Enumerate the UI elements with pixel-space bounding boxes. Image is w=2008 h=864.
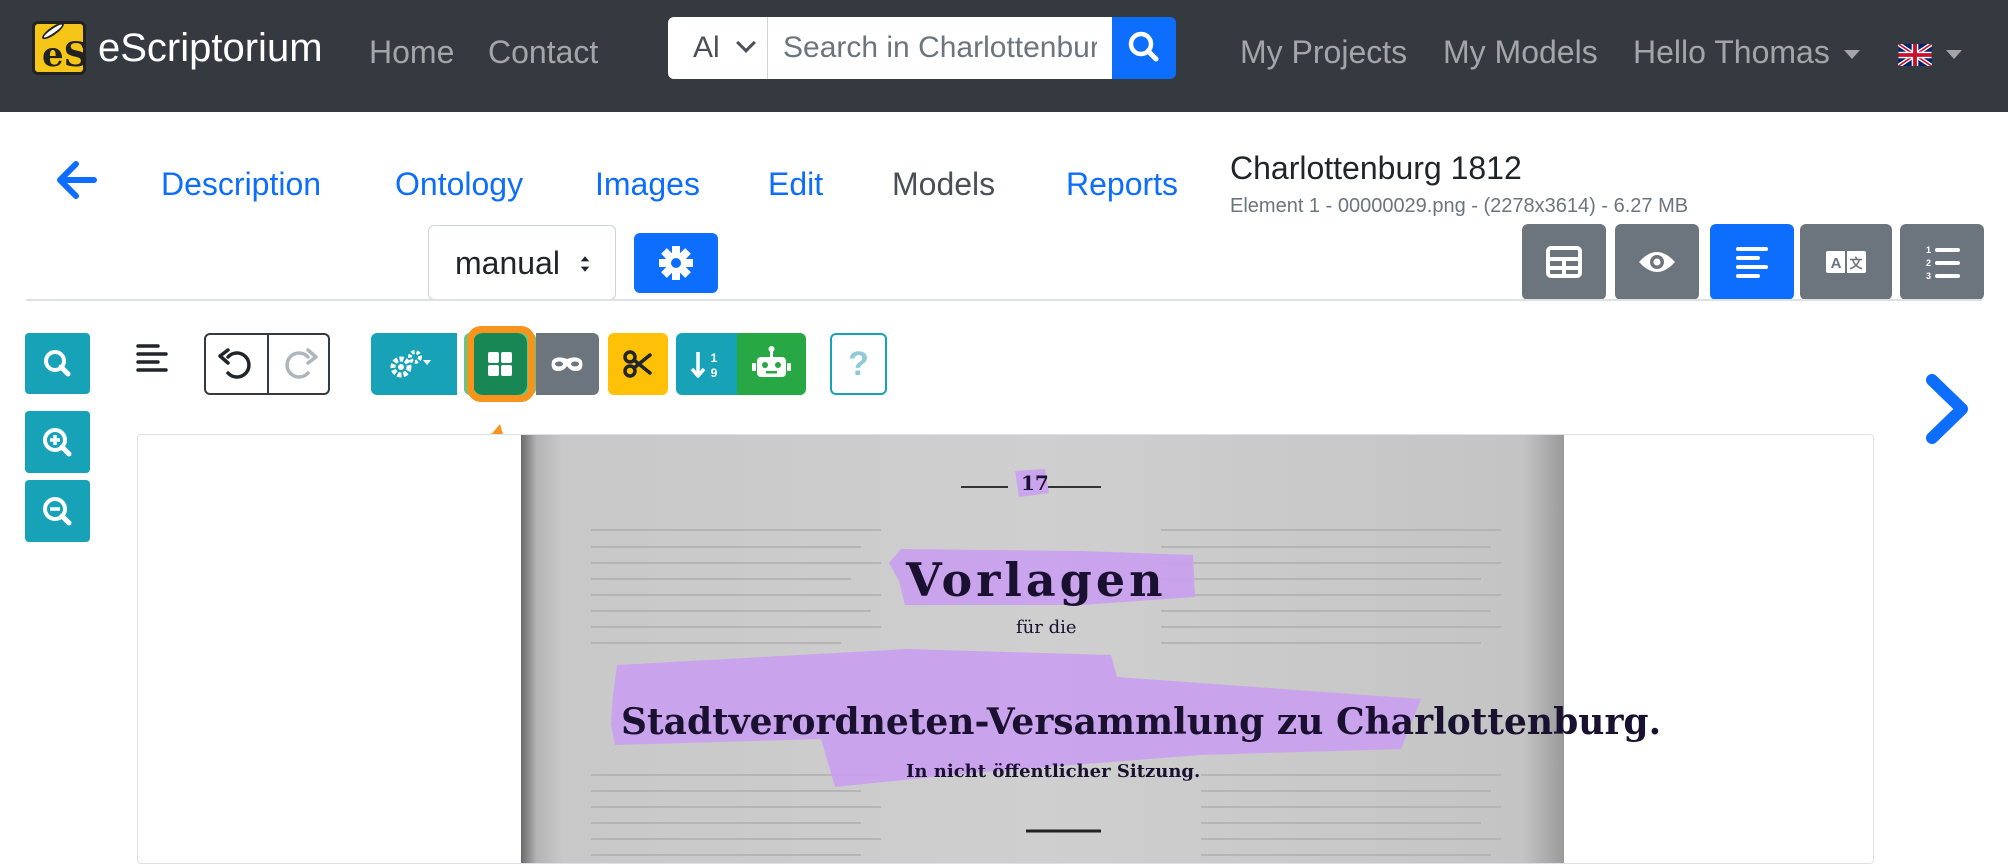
tab-edit[interactable]: Edit bbox=[768, 164, 823, 204]
sort-icon: 1 9 bbox=[690, 351, 718, 380]
eye-icon bbox=[1639, 252, 1675, 272]
search-group: Al bbox=[668, 17, 1176, 79]
undo-redo-group bbox=[204, 333, 330, 395]
help-button[interactable]: ? bbox=[830, 333, 887, 395]
settings-button[interactable] bbox=[634, 233, 718, 293]
next-element-arrow-icon[interactable] bbox=[1922, 374, 1972, 444]
svg-text:3: 3 bbox=[1926, 271, 1931, 281]
annotation-highlight-ring bbox=[467, 326, 535, 402]
page-note: In nicht öffentlicher Sitzung. bbox=[906, 761, 1201, 782]
tab-description[interactable]: Description bbox=[161, 164, 321, 204]
search-scope-select[interactable]: Al bbox=[668, 17, 768, 79]
tab-models[interactable]: Models bbox=[892, 164, 995, 204]
toggle-mask-button[interactable] bbox=[536, 333, 599, 395]
undo-icon[interactable] bbox=[206, 335, 267, 393]
redo-icon[interactable] bbox=[269, 335, 330, 393]
search-icon bbox=[44, 350, 71, 377]
segmentation-options-button[interactable] bbox=[371, 333, 457, 395]
nav-link-contact[interactable]: Contact bbox=[488, 32, 598, 72]
panel-toggle-text[interactable]: 1 2 3 bbox=[1900, 224, 1984, 300]
back-arrow-icon[interactable] bbox=[54, 158, 98, 202]
page-heading: Vorlagen bbox=[906, 553, 1167, 607]
zoom-in-button[interactable] bbox=[25, 411, 90, 473]
zoom-fit-button[interactable] bbox=[25, 333, 90, 394]
scissors-icon bbox=[623, 350, 652, 378]
panel-toggle-source[interactable] bbox=[1522, 224, 1606, 300]
search-button[interactable] bbox=[1112, 17, 1176, 79]
list-ol-icon: 1 2 3 bbox=[1926, 245, 1960, 281]
tab-ontology[interactable]: Ontology bbox=[395, 164, 523, 204]
search-icon bbox=[1128, 31, 1159, 62]
svg-text:A: A bbox=[1831, 255, 1842, 272]
panel-toggle-visualisation[interactable] bbox=[1710, 224, 1794, 300]
tab-images[interactable]: Images bbox=[595, 164, 700, 204]
robot-icon bbox=[752, 346, 791, 377]
svg-text:1: 1 bbox=[1926, 245, 1931, 255]
svg-text:?: ? bbox=[848, 345, 869, 383]
gears-icon bbox=[390, 350, 431, 378]
chevron-down-icon bbox=[736, 33, 756, 53]
auto-segment-button[interactable] bbox=[737, 333, 806, 395]
nav-link-home[interactable]: Home bbox=[369, 32, 454, 72]
cut-button[interactable] bbox=[608, 333, 668, 395]
panel-toggle-segmentation[interactable] bbox=[1615, 224, 1699, 300]
tab-reports[interactable]: Reports bbox=[1066, 164, 1178, 204]
caret-down-icon bbox=[1843, 50, 1860, 60]
transcription-select-value: manual bbox=[455, 245, 560, 281]
nav-link-my-projects[interactable]: My Projects bbox=[1240, 32, 1407, 72]
help-icon: ? bbox=[848, 345, 869, 383]
zoom-out-icon bbox=[43, 497, 72, 526]
zoom-out-button[interactable] bbox=[25, 480, 90, 542]
top-navbar: eS eScriptorium Home Contact Al My Proje… bbox=[0, 0, 2008, 112]
document-page-image: 17 Vorlagen für die Stadtverordneten-Ver… bbox=[521, 435, 1661, 863]
zoom-in-icon bbox=[43, 428, 72, 457]
page-number: 17 bbox=[1021, 471, 1049, 495]
search-input[interactable] bbox=[768, 17, 1112, 79]
panel-align-left-icon bbox=[136, 344, 168, 372]
header-divider bbox=[26, 299, 1982, 301]
page-sub: für die bbox=[1016, 617, 1077, 638]
svg-text:9: 9 bbox=[711, 366, 718, 380]
svg-text:1: 1 bbox=[711, 351, 718, 365]
select-arrows-icon bbox=[580, 256, 590, 272]
user-menu[interactable]: Hello Thomas bbox=[1633, 32, 1860, 72]
svg-text:文: 文 bbox=[1849, 256, 1863, 271]
page-main-line: Stadtverordneten-Versammlung zu Charlott… bbox=[621, 701, 1662, 743]
gear-icon bbox=[659, 246, 693, 280]
document-title: Charlottenburg 1812 bbox=[1230, 150, 1522, 186]
element-meta: Element 1 - 00000029.png - (2278x3614) -… bbox=[1230, 195, 1689, 217]
language-caret-icon[interactable] bbox=[1946, 50, 1962, 59]
transcription-select[interactable]: manual bbox=[428, 225, 616, 300]
uk-flag-icon[interactable] bbox=[1898, 44, 1932, 66]
align-left-icon bbox=[1736, 247, 1768, 278]
reorder-button[interactable]: 1 9 bbox=[676, 333, 737, 395]
mask-icon bbox=[551, 357, 583, 371]
svg-text:2: 2 bbox=[1926, 258, 1931, 268]
escriptorium-logo[interactable]: eS bbox=[32, 20, 88, 75]
table-icon bbox=[1546, 246, 1582, 278]
panel-toggle-diplomatic[interactable]: A 文 bbox=[1800, 224, 1892, 300]
user-greeting: Hello Thomas bbox=[1633, 34, 1830, 70]
search-scope-value: Al bbox=[693, 31, 720, 64]
nav-link-my-models[interactable]: My Models bbox=[1443, 32, 1598, 72]
brand-name[interactable]: eScriptorium bbox=[98, 24, 323, 72]
translate-icon: A 文 bbox=[1826, 251, 1866, 273]
segmentation-canvas[interactable]: 17 Vorlagen für die Stadtverordneten-Ver… bbox=[137, 434, 1874, 864]
